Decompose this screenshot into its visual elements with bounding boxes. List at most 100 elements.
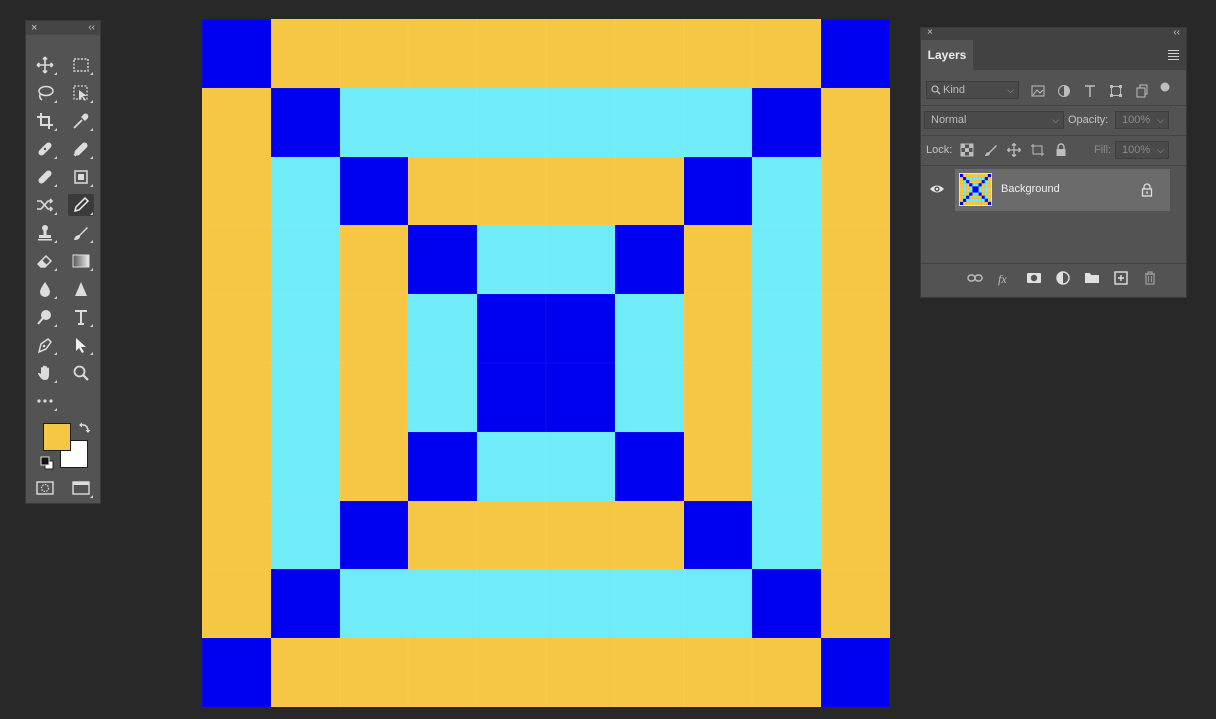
layer-thumbnail — [959, 173, 992, 206]
canvas-cell — [477, 19, 546, 88]
canvas-cell — [339, 431, 409, 501]
canvas-cell — [408, 225, 478, 295]
patch-tool[interactable] — [32, 166, 58, 188]
gradient-tool[interactable] — [68, 250, 94, 272]
lock-artboard-icon[interactable] — [1030, 143, 1044, 157]
kind-filter-select[interactable]: Kind ⌵ — [926, 81, 1019, 99]
lock-pixels-brush-icon[interactable] — [984, 143, 998, 157]
stamp-tool[interactable] — [32, 222, 58, 244]
adjustment-layer-icon[interactable] — [1055, 270, 1071, 286]
arrow-icon — [76, 338, 86, 353]
canvas-cell — [477, 87, 546, 157]
eyedropper-icon — [73, 113, 89, 129]
canvas-cell — [683, 638, 753, 707]
close-icon[interactable]: × — [927, 27, 933, 38]
canvas-cell — [339, 156, 409, 226]
tools-panel-header: × ‹‹ — [26, 21, 100, 35]
eraser-icon — [36, 254, 53, 268]
close-icon[interactable]: × — [31, 21, 37, 35]
lasso-icon — [38, 85, 54, 101]
canvas-cell — [614, 294, 684, 363]
link-layers-icon[interactable] — [967, 270, 983, 286]
spot-healing-tool[interactable] — [32, 138, 58, 160]
more-tools[interactable] — [32, 390, 58, 412]
canvas-cell — [545, 500, 615, 570]
sharpen-tool[interactable] — [68, 278, 94, 300]
canvas-cell — [614, 225, 684, 295]
tab-layers[interactable]: Layers — [921, 40, 973, 70]
canvas-cell — [477, 294, 546, 363]
eraser-tool[interactable] — [32, 250, 58, 272]
hand-tool[interactable] — [32, 362, 58, 384]
blend-mode-select[interactable]: Normal ⌵ — [924, 111, 1064, 129]
swap-colors-icon[interactable] — [78, 421, 92, 435]
healing-tool[interactable] — [68, 138, 94, 160]
lasso-tool[interactable] — [32, 82, 58, 104]
object-select-icon — [73, 85, 88, 101]
collapse-icon[interactable]: ‹‹ — [1173, 27, 1180, 38]
filter-toggle-icon[interactable] — [1159, 81, 1171, 93]
add-mask-icon[interactable] — [1026, 270, 1042, 286]
new-layer-icon[interactable] — [1113, 270, 1129, 286]
zoom-tool[interactable] — [68, 362, 94, 384]
content-aware-icon — [74, 170, 88, 184]
screen-mode-button[interactable] — [68, 477, 94, 499]
pencil-tool[interactable] — [68, 194, 94, 216]
eyedropper-tool[interactable] — [68, 110, 94, 132]
marquee-tool[interactable] — [68, 54, 94, 76]
blur-tool[interactable] — [32, 278, 58, 300]
quick-mask-button[interactable] — [32, 477, 58, 499]
panel-menu-icon[interactable] — [1168, 50, 1179, 62]
layer-lock-icon[interactable] — [1140, 183, 1154, 197]
default-colors-icon[interactable] — [40, 456, 54, 470]
canvas-cell — [202, 431, 271, 501]
zoom-icon — [73, 365, 89, 381]
type-tool[interactable] — [68, 306, 94, 328]
canvas-cell — [339, 362, 409, 432]
canvas-cell — [752, 156, 822, 226]
type-filter-icon[interactable] — [1083, 84, 1097, 98]
lock-all-icon[interactable] — [1054, 143, 1068, 157]
document-canvas[interactable] — [202, 19, 890, 707]
kind-filter-value: Kind — [943, 84, 966, 96]
trash-icon[interactable] — [1142, 270, 1158, 286]
canvas-cell — [202, 87, 271, 157]
adjustment-filter-icon[interactable] — [1057, 84, 1071, 98]
dodge-tool[interactable] — [32, 306, 58, 328]
content-aware-tool[interactable] — [68, 166, 94, 188]
search-icon — [931, 85, 941, 95]
fx-icon[interactable]: fx — [997, 270, 1013, 286]
canvas-cell — [683, 500, 753, 570]
canvas-cell — [270, 225, 340, 295]
pen-tool[interactable] — [32, 334, 58, 356]
object-select-tool[interactable] — [68, 82, 94, 104]
canvas-cell — [202, 569, 271, 639]
new-group-folder-icon[interactable] — [1084, 270, 1100, 286]
lock-position-move-icon[interactable] — [1007, 143, 1021, 157]
path-select-tool[interactable] — [68, 334, 94, 356]
shape-filter-icon[interactable] — [1109, 84, 1123, 98]
canvas-cell — [614, 19, 684, 88]
canvas-cell — [270, 638, 340, 707]
canvas-cell — [545, 569, 615, 639]
move-tool[interactable] — [32, 54, 58, 76]
lock-label: Lock: — [926, 144, 953, 156]
pencil-icon — [73, 196, 90, 213]
canvas-cell — [752, 87, 822, 157]
fill-field[interactable]: 100% ⌵ — [1115, 141, 1169, 159]
visibility-eye-icon[interactable] — [929, 181, 945, 197]
opacity-field[interactable]: 100% ⌵ — [1115, 111, 1169, 129]
history-brush-tool[interactable] — [68, 222, 94, 244]
screen-mode-icon — [72, 481, 90, 495]
crop-tool[interactable] — [32, 110, 58, 132]
canvas-cell — [339, 294, 409, 363]
canvas-cell — [202, 19, 271, 88]
content-aware-move-tool[interactable] — [32, 194, 58, 216]
canvas-cell — [270, 569, 340, 639]
lock-transparent-icon[interactable] — [960, 143, 974, 157]
canvas-cell — [821, 431, 890, 501]
pixel-filter-icon[interactable] — [1031, 84, 1045, 98]
smart-object-filter-icon[interactable] — [1135, 84, 1149, 98]
foreground-color-swatch[interactable] — [43, 423, 71, 451]
collapse-icon[interactable]: ‹‹ — [88, 21, 95, 35]
